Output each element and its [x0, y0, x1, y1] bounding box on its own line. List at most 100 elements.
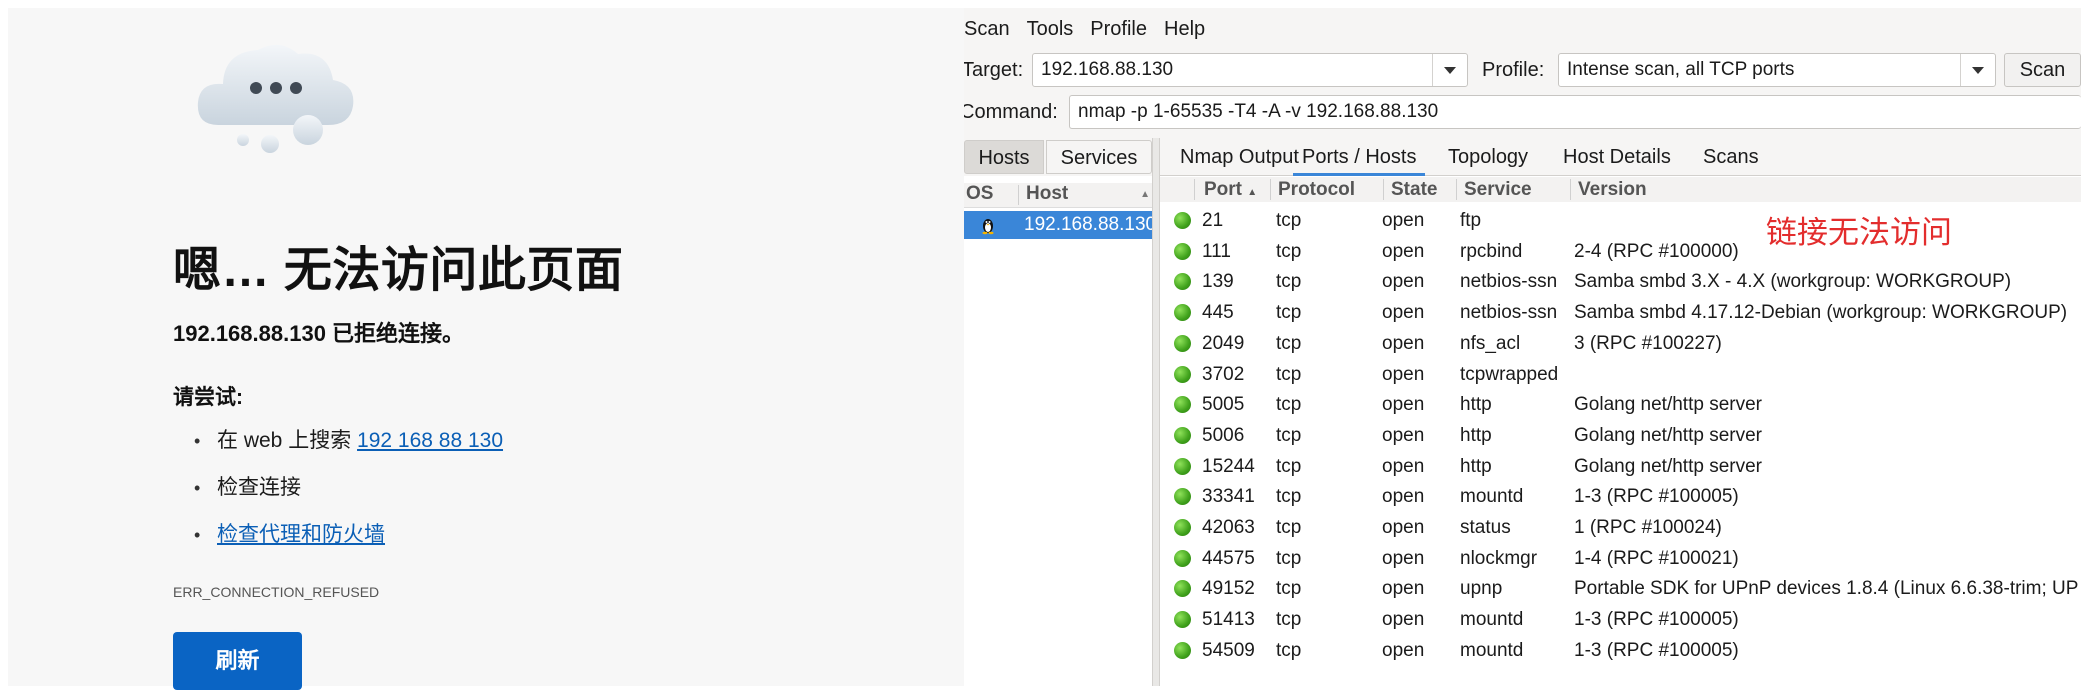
list-item: 检查连接 [173, 472, 503, 519]
table-row[interactable]: 5005 tcp open http Golang net/http server [1160, 389, 2081, 420]
port-cell: 49152 [1202, 578, 1255, 600]
tab-ports-hosts[interactable]: Ports / Hosts [1293, 138, 1426, 176]
table-row[interactable]: 139 tcp open netbios-ssn Samba smbd 3.X - 4.… [1160, 266, 2081, 297]
port-cell: 2049 [1202, 332, 1245, 354]
table-row[interactable]: 445 tcp open netbios-ssn Samba smbd 4.17.12-… [1160, 297, 2081, 328]
menu-scan[interactable]: Scan [964, 14, 1010, 44]
protocol-cell: tcp [1276, 455, 1302, 477]
version-cell: Golang net/http server [1574, 394, 1762, 416]
version-cell: Portable SDK for UPnP devices 1.8.4 (Lin… [1574, 578, 2079, 600]
version-cell: 1-3 (RPC #100005) [1574, 639, 1739, 661]
sort-arrow-icon: ▲ [1247, 187, 1258, 198]
tab-topology[interactable]: Topology [1448, 138, 1528, 176]
table-row[interactable]: 51413 tcp open mountd 1-3 (RPC #100005) [1160, 604, 2081, 635]
table-row[interactable]: 42063 tcp open status 1 (RPC #100024) [1160, 512, 2081, 543]
table-row[interactable]: 49152 tcp open upnp Portable SDK for UPnP de… [1160, 573, 2081, 604]
menu-help[interactable]: Help [1164, 14, 1205, 44]
search-web-link[interactable]: 192 168 88 130 [357, 429, 503, 452]
command-input[interactable]: nmap -p 1-65535 -T4 -A -v 192.168.88.130 [1069, 95, 2081, 129]
menu-profile[interactable]: Profile [1090, 14, 1147, 44]
tab-host-details[interactable]: Host Details [1563, 138, 1671, 176]
page-title: 嗯… 无法访问此页面 [173, 244, 624, 297]
state-cell: open [1382, 210, 1425, 231]
chevron-down-icon [1972, 66, 1984, 74]
service-cell: http [1460, 394, 1492, 416]
table-row[interactable]: 44575 tcp open nlockmgr 1-4 (RPC #100021) [1160, 543, 2081, 574]
service-cell: nfs_acl [1460, 332, 1521, 354]
protocol-cell: tcp [1276, 517, 1302, 538]
port-cell: 5006 [1202, 424, 1245, 446]
menu-bar: Scan Tools Profile Help [964, 14, 1222, 44]
suggestion-list: 在 web 上搜索 192 168 88 130 检查连接 检查代理和防火墙 [173, 425, 503, 566]
state-cell: open [1382, 394, 1425, 416]
port-cell: 139 [1202, 271, 1234, 293]
table-row[interactable]: 5006 tcp open http Golang net/http server [1160, 420, 2081, 451]
port-open-status-icon [1174, 426, 1191, 444]
host-row[interactable]: 192.168.88.130 [964, 211, 1156, 239]
column-separator [1383, 179, 1384, 200]
port-open-status-icon [1174, 242, 1191, 260]
state-cell: open [1382, 547, 1425, 569]
profile-dropdown-button[interactable] [1960, 54, 1995, 86]
table-row[interactable]: 2049 tcp open nfs_acl 3 (RPC #100227) [1160, 328, 2081, 359]
table-row[interactable]: 54509 tcp open mountd 1-3 (RPC #100005) [1160, 635, 2081, 666]
table-row[interactable]: 3702 tcp open tcpwrapped [1160, 359, 2081, 390]
tab-nmap-output[interactable]: Nmap Output [1180, 138, 1299, 176]
state-cell: open [1382, 609, 1425, 631]
profile-label: Profile: [1482, 59, 1545, 81]
service-cell: mountd [1460, 609, 1524, 631]
state-cell: open [1382, 486, 1425, 508]
result-tabs: Nmap Output Ports / Hosts Topology Host … [1160, 138, 2081, 176]
check-proxy-firewall-link[interactable]: 检查代理和防火墙 [217, 523, 385, 546]
port-cell: 54509 [1202, 639, 1255, 661]
sort-arrow-icon: ▲ [1140, 189, 1150, 200]
protocol-cell: tcp [1276, 271, 1302, 293]
target-combobox[interactable]: 192.168.88.130 [1032, 53, 1468, 87]
state-cell: open [1382, 363, 1425, 385]
service-cell: rpcbind [1460, 240, 1523, 262]
version-cell: 1-4 (RPC #100021) [1574, 547, 1739, 569]
service-cell: mountd [1460, 486, 1524, 508]
port-open-status-icon [1174, 273, 1191, 291]
target-label: Target: [964, 59, 1024, 81]
tab-hosts[interactable]: Hosts [964, 140, 1044, 174]
column-protocol[interactable]: Protocol [1278, 177, 1355, 202]
host-ip: 192.168.88.130 [1024, 214, 1157, 235]
tab-services[interactable]: Services [1046, 140, 1152, 174]
column-service[interactable]: Service [1464, 177, 1532, 202]
port-open-status-icon [1174, 365, 1191, 383]
port-open-status-icon [1174, 304, 1191, 322]
tab-scans[interactable]: Scans [1703, 138, 1759, 176]
port-open-status-icon [1174, 488, 1191, 506]
menu-tools[interactable]: Tools [1027, 14, 1074, 44]
refresh-button[interactable]: 刷新 [173, 632, 302, 690]
error-code: ERR_CONNECTION_REFUSED [173, 584, 380, 600]
service-cell: status [1460, 517, 1511, 538]
version-cell: Samba smbd 3.X - 4.X (workgroup: WORKGRO… [1574, 271, 2012, 293]
column-host[interactable]: Host [1026, 183, 1068, 205]
try-heading: 请尝试: [173, 386, 243, 409]
column-version[interactable]: Version [1578, 177, 1647, 202]
service-cell: tcpwrapped [1460, 363, 1559, 385]
port-open-status-icon [1174, 212, 1191, 229]
version-cell: Golang net/http server [1574, 455, 1762, 477]
column-os[interactable]: OS [966, 183, 993, 205]
table-row[interactable]: 15244 tcp open http Golang net/http server [1160, 451, 2081, 482]
column-state[interactable]: State [1391, 177, 1437, 202]
protocol-cell: tcp [1276, 394, 1302, 416]
state-cell: open [1382, 578, 1425, 600]
column-port[interactable]: Port ▲ [1204, 177, 1257, 205]
version-cell: 2-4 (RPC #100000) [1574, 240, 1739, 262]
target-dropdown-button[interactable] [1432, 54, 1467, 86]
chevron-down-icon [1444, 66, 1456, 74]
port-open-status-icon [1174, 396, 1191, 414]
profile-combobox[interactable]: Intense scan, all TCP ports [1558, 53, 1996, 87]
port-open-status-icon [1174, 549, 1191, 567]
protocol-cell: tcp [1276, 332, 1302, 354]
table-row[interactable]: 33341 tcp open mountd 1-3 (RPC #100005) [1160, 481, 2081, 512]
version-cell: 1 (RPC #100024) [1574, 517, 1722, 538]
scan-button[interactable]: Scan [2004, 53, 2081, 87]
port-cell: 445 [1202, 302, 1234, 324]
pane-splitter[interactable] [1152, 138, 1160, 686]
port-cell: 5005 [1202, 394, 1245, 416]
